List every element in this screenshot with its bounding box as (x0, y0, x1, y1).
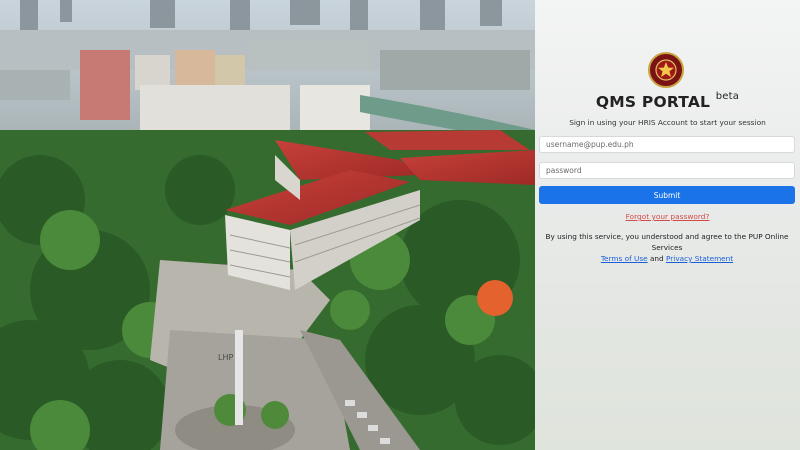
submit-button[interactable]: Submit (539, 186, 795, 204)
login-subtitle: Sign in using your HRIS Account to start… (569, 118, 766, 127)
title-beta-badge: beta (715, 91, 740, 102)
plaza-sign-text: LHP (218, 353, 233, 362)
campus-aerial-photo: LHP (0, 0, 535, 450)
campus-aerial-illustration: LHP (0, 0, 535, 450)
page-title: QMS PORTAL beta (535, 91, 800, 112)
terms-prefix-text: By using this service, you understood an… (545, 232, 789, 252)
username-input[interactable] (539, 136, 795, 153)
terms-and-text: and (649, 254, 664, 263)
forgot-password-link[interactable]: Forgot your password? (535, 212, 800, 221)
login-panel: QMS PORTAL beta Sign in using your HRIS … (535, 0, 800, 450)
terms-of-use-link[interactable]: Terms of Use (601, 254, 648, 263)
pup-seal-icon (648, 52, 684, 88)
terms-notice: By using this service, you understood an… (539, 231, 795, 264)
privacy-statement-link[interactable]: Privacy Statement (666, 254, 733, 263)
password-input[interactable] (539, 162, 795, 179)
title-text: QMS PORTAL (595, 93, 711, 112)
